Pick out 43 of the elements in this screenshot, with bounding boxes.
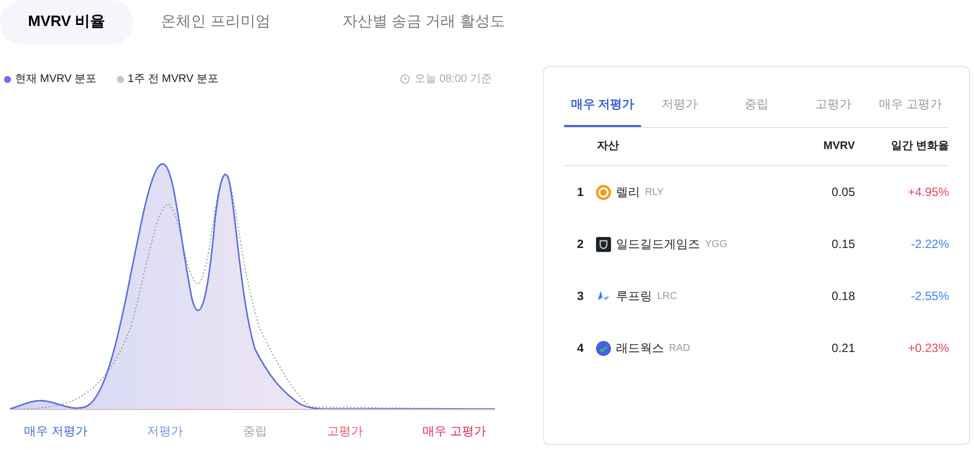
axis-label: 매우 고평가: [422, 422, 486, 440]
axis-label: 저평가: [147, 422, 184, 440]
shield-icon: [596, 236, 611, 252]
asset-symbol: YGG: [705, 238, 728, 252]
tab[interactable]: 저평가: [641, 83, 718, 127]
rank-number: 1: [577, 184, 585, 201]
rank-number: 3: [577, 288, 585, 305]
tab[interactable]: 매우 고평가: [872, 83, 949, 127]
tab[interactable]: 온체인 프리미엄: [133, 0, 298, 45]
column-header: 일간 변화율: [890, 139, 949, 154]
clock-icon: [400, 74, 410, 84]
change-value: +4.95%: [906, 184, 949, 201]
axis-label: 고평가: [326, 422, 363, 440]
mvrv-value: 0.18: [830, 288, 855, 305]
change-value: +0.23%: [906, 340, 949, 357]
tab[interactable]: 매우 저평가: [564, 83, 641, 127]
column-header: MVRV: [822, 139, 855, 154]
asset-symbol: RLY: [645, 186, 664, 200]
legend-label: 1주 전 MVRV 분포: [128, 72, 219, 87]
check-circle-icon: [596, 340, 611, 356]
change-value: -2.22%: [910, 236, 949, 253]
change-value: -2.55%: [910, 288, 949, 305]
axis-label: 중립: [243, 422, 267, 440]
rank-number: 2: [577, 236, 585, 253]
tab[interactable]: 자산별 송금 거래 활성도: [314, 0, 533, 45]
mvrv-value: 0.15: [830, 236, 855, 253]
legend-label: 현재 MVRV 분포: [15, 72, 97, 87]
mvrv-value: 0.05: [830, 184, 855, 201]
asset-symbol: LRC: [657, 290, 678, 304]
mvrv-value: 0.21: [830, 340, 855, 357]
rank-number: 4: [577, 340, 585, 357]
tab[interactable]: 고평가: [795, 83, 872, 127]
coin-ring-icon: [596, 184, 611, 200]
asset-symbol: RAD: [669, 342, 690, 356]
tab[interactable]: 중립: [718, 83, 795, 127]
tab[interactable]: MVRV 비율: [0, 0, 134, 45]
asset-name: 렐리: [616, 184, 640, 201]
asset-name: 래드웍스: [616, 340, 664, 357]
asset-name: 일드길드게임즈: [616, 236, 700, 253]
column-header: 자산: [597, 139, 619, 154]
asset-name: 루프링: [616, 288, 652, 305]
timestamp: 오늘 08:00 기준: [414, 72, 492, 87]
axis-label: 매우 저평가: [24, 422, 88, 440]
